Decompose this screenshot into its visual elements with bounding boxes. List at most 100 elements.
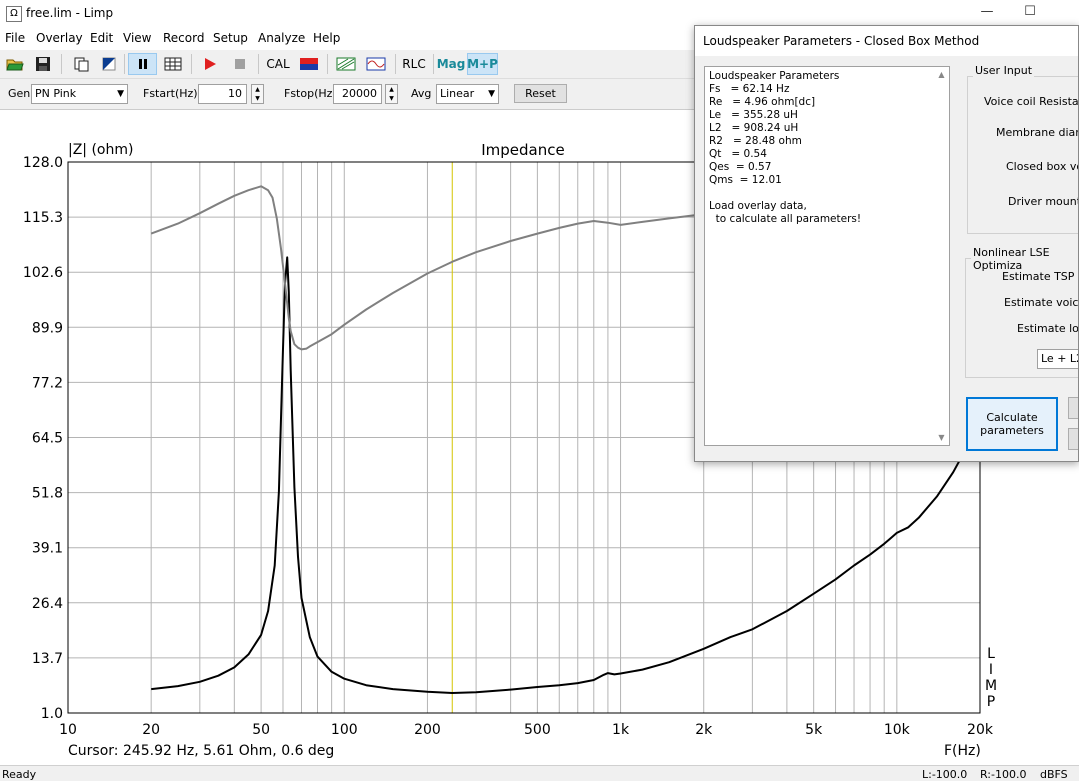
- side-label-letter: L: [987, 646, 995, 662]
- rlc-button[interactable]: RLC: [400, 53, 428, 75]
- x-tick-label: 10: [59, 722, 77, 738]
- parameters-output-text: Loudspeaker Parameters Fs = 62.14 Hz Re = …: [709, 70, 861, 226]
- table-icon[interactable]: [162, 53, 184, 75]
- gen-label: Gen: [8, 87, 31, 100]
- fstart-label: Fstart(Hz): [143, 87, 198, 100]
- fstart-input[interactable]: 10: [198, 84, 247, 104]
- x-tick-label: 20k: [967, 722, 994, 738]
- fstart-spinner[interactable]: ▲ ▼: [251, 84, 264, 104]
- spectrum-icon[interactable]: [334, 53, 358, 75]
- closed-box-volume-label: Closed box volu: [1006, 160, 1078, 173]
- user-input-title: User Input: [973, 64, 1035, 77]
- fstop-label: Fstop(Hz): [284, 87, 337, 100]
- y-tick-label: 64.5: [32, 431, 63, 447]
- parameter-line: Fs = 62.14 Hz: [709, 83, 790, 95]
- level-unit: dBFS: [1040, 768, 1068, 781]
- avg-select[interactable]: Linear ▼: [436, 84, 499, 104]
- scroll-down-icon[interactable]: ▼: [934, 433, 949, 442]
- parameter-line: Qms = 12.01: [709, 174, 782, 186]
- parameter-line: Re = 4.96 ohm[dc]: [709, 96, 816, 108]
- driver-mounted-label: Driver mounted: [1008, 195, 1078, 208]
- dialog-title: Loudspeaker Parameters - Closed Box Meth…: [703, 34, 980, 48]
- calculate-parameters-button[interactable]: Calculate parameters: [966, 397, 1058, 451]
- parameter-line: Loudspeaker Parameters: [709, 70, 840, 82]
- right-level: R:-100.0: [980, 768, 1027, 781]
- toolbar-separator: [61, 54, 62, 74]
- cursor-readout: Cursor: 245.92 Hz, 5.61 Ohm, 0.6 deg: [68, 743, 334, 759]
- parameter-line: L2 = 908.24 uH: [709, 122, 799, 134]
- app-icon: Ω: [6, 6, 22, 22]
- membrane-diameter-label: Membrane diame: [996, 126, 1078, 139]
- parameter-line: Load overlay data,: [709, 200, 807, 212]
- reset-button[interactable]: Reset: [514, 84, 567, 103]
- x-tick-label: 5k: [805, 722, 823, 738]
- fstop-spinner[interactable]: ▲ ▼: [385, 84, 398, 104]
- toolbar-separator: [395, 54, 396, 74]
- pause-icon[interactable]: [128, 53, 157, 75]
- save-icon[interactable]: [32, 53, 54, 75]
- x-axis-ticks: 10 20 50 100 200 500 1k 2k 5k 10k 20k: [59, 722, 994, 738]
- side-label-letter: M: [985, 678, 997, 694]
- lse-optimization-title: Nonlinear LSE Optimiza: [971, 246, 1078, 272]
- output-scrollbar[interactable]: ▲ ▼: [934, 67, 949, 445]
- copy-icon[interactable]: [70, 53, 92, 75]
- parameter-line: Le = 355.28 uH: [709, 109, 798, 121]
- parameter-line: to calculate all parameters!: [709, 213, 862, 225]
- dialog-side-button[interactable]: [1068, 428, 1078, 450]
- chevron-down-icon: ▼: [488, 89, 495, 99]
- chevron-down-icon: ▼: [117, 89, 124, 99]
- fstop-input[interactable]: 20000: [333, 84, 382, 104]
- toolbar-separator: [124, 54, 125, 74]
- avg-select-value: Linear: [440, 87, 475, 100]
- menu-help[interactable]: Help: [313, 31, 340, 45]
- estimate-tsp-label: Estimate TSP by: [1002, 270, 1078, 283]
- dialog-title-bar[interactable]: Loudspeaker Parameters - Closed Box Meth…: [695, 26, 1078, 56]
- toolbar-separator: [258, 54, 259, 74]
- dialog-side-button[interactable]: [1068, 397, 1078, 419]
- chart-title: Impedance: [481, 141, 564, 159]
- menu-analyze[interactable]: Analyze: [258, 31, 305, 45]
- x-tick-label: 2k: [695, 722, 713, 738]
- x-tick-label: 50: [252, 722, 270, 738]
- x-tick-label: 200: [414, 722, 441, 738]
- side-label-letter: I: [989, 662, 993, 678]
- y-axis-ticks: 128.0 115.3 102.6 89.9 77.2 64.5 51.8 39.1 26.4 1…: [23, 155, 63, 722]
- model-select[interactable]: Le + L2|: [1037, 349, 1078, 369]
- maximize-button[interactable]: ☐: [1015, 4, 1045, 22]
- menu-edit[interactable]: Edit: [90, 31, 113, 45]
- y-tick-label: 51.8: [32, 486, 63, 502]
- menu-setup[interactable]: Setup: [213, 31, 248, 45]
- open-file-icon[interactable]: [4, 53, 26, 75]
- y-tick-label: 1.0: [41, 706, 63, 722]
- menu-overlay[interactable]: Overlay: [36, 31, 83, 45]
- parameters-output-box[interactable]: Loudspeaker Parameters Fs = 62.14 Hz Re = …: [704, 66, 950, 446]
- scroll-up-icon[interactable]: ▲: [934, 70, 949, 79]
- y-tick-label: 13.7: [32, 651, 63, 667]
- limp-side-label: L I M P: [985, 646, 997, 710]
- menu-view[interactable]: View: [123, 31, 151, 45]
- parameter-line: R2 = 28.48 ohm: [709, 135, 802, 147]
- toolbar-separator: [191, 54, 192, 74]
- generator-select[interactable]: PN Pink ▼: [31, 84, 128, 104]
- calibration-icon[interactable]: [297, 53, 321, 75]
- x-tick-label: 10k: [884, 722, 911, 738]
- magnitude-phase-button[interactable]: M+P: [467, 53, 498, 75]
- cal-button[interactable]: CAL: [264, 53, 292, 75]
- loudspeaker-parameters-dialog: Loudspeaker Parameters - Closed Box Meth…: [694, 25, 1079, 462]
- magnitude-button[interactable]: Mag: [437, 53, 466, 75]
- x-tick-label: 100: [331, 722, 358, 738]
- waveform-icon[interactable]: [364, 53, 388, 75]
- toolbar-separator: [327, 54, 328, 74]
- status-text: Ready: [2, 768, 37, 781]
- estimate-loss-label: Estimate loss: [1017, 322, 1079, 335]
- x-tick-label: 500: [524, 722, 551, 738]
- minimize-button[interactable]: —: [972, 4, 1002, 22]
- menu-record[interactable]: Record: [163, 31, 204, 45]
- window-title: free.lim - Limp: [26, 6, 114, 20]
- side-label-letter: P: [987, 694, 995, 710]
- menu-file[interactable]: File: [5, 31, 25, 45]
- overlay-icon[interactable]: [98, 53, 120, 75]
- stop-icon[interactable]: [229, 53, 251, 75]
- record-play-icon[interactable]: [199, 53, 221, 75]
- parameter-line: Qes = 0.57: [709, 161, 772, 173]
